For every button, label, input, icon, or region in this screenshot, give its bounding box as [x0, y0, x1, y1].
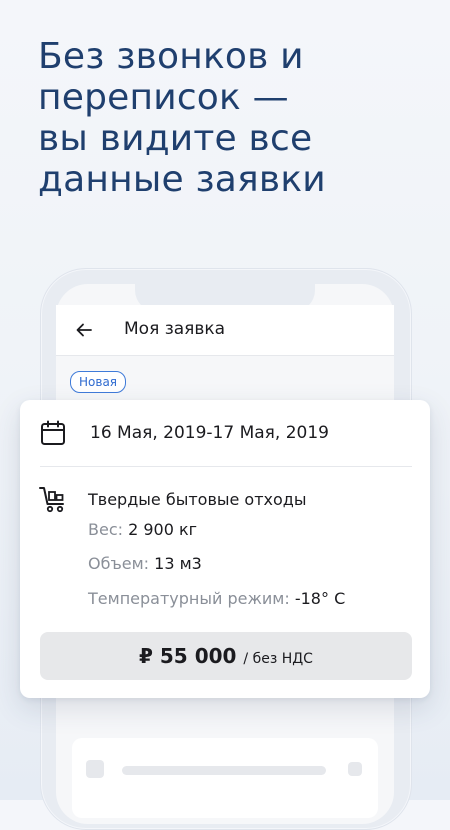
price-box: ₽ 55 000 / без НДС — [40, 632, 412, 680]
cart-icon — [39, 487, 64, 513]
weight-row: Вес: 2 900 кг — [88, 520, 197, 539]
temperature-row: Температурный режим: -18° С — [88, 589, 345, 608]
temperature-label: Температурный режим: — [88, 589, 295, 608]
headline-line-2: переписок — — [38, 77, 289, 118]
status-badge: Новая — [70, 371, 127, 393]
headline-line-3: вы видите все — [38, 118, 313, 159]
divider — [40, 466, 412, 467]
arrow-left-icon[interactable] — [74, 320, 94, 340]
placeholder-card — [72, 738, 378, 818]
price-amount: ₽ 55 000 — [139, 644, 244, 668]
page-title: Моя заявка — [124, 319, 226, 339]
app-bar: Моя заявка — [56, 305, 394, 356]
date-range: 16 Мая, 2019-17 Мая, 2019 — [90, 423, 329, 443]
volume-row: Объем: 13 м3 — [88, 554, 202, 573]
order-card[interactable]: 16 Мая, 2019-17 Мая, 2019 Твердые бытовы… — [20, 400, 430, 698]
calendar-icon — [41, 420, 65, 445]
weight-value: 2 900 кг — [128, 520, 198, 539]
headline-line-1: Без звонков и — [38, 36, 304, 77]
headline-line-4: данные заявки — [38, 159, 326, 200]
cargo-type: Твердые бытовые отходы — [88, 490, 307, 509]
volume-value: 13 м3 — [154, 554, 202, 573]
volume-label: Объем: — [88, 554, 155, 573]
placeholder-square — [348, 762, 362, 776]
placeholder-line — [122, 766, 326, 775]
weight-label: Вес: — [88, 520, 129, 539]
temperature-value: -18° С — [294, 589, 346, 608]
headline: Без звонков и переписок — вы видите все … — [38, 36, 428, 200]
placeholder-square — [86, 760, 104, 778]
price-suffix: / без НДС — [243, 651, 313, 667]
